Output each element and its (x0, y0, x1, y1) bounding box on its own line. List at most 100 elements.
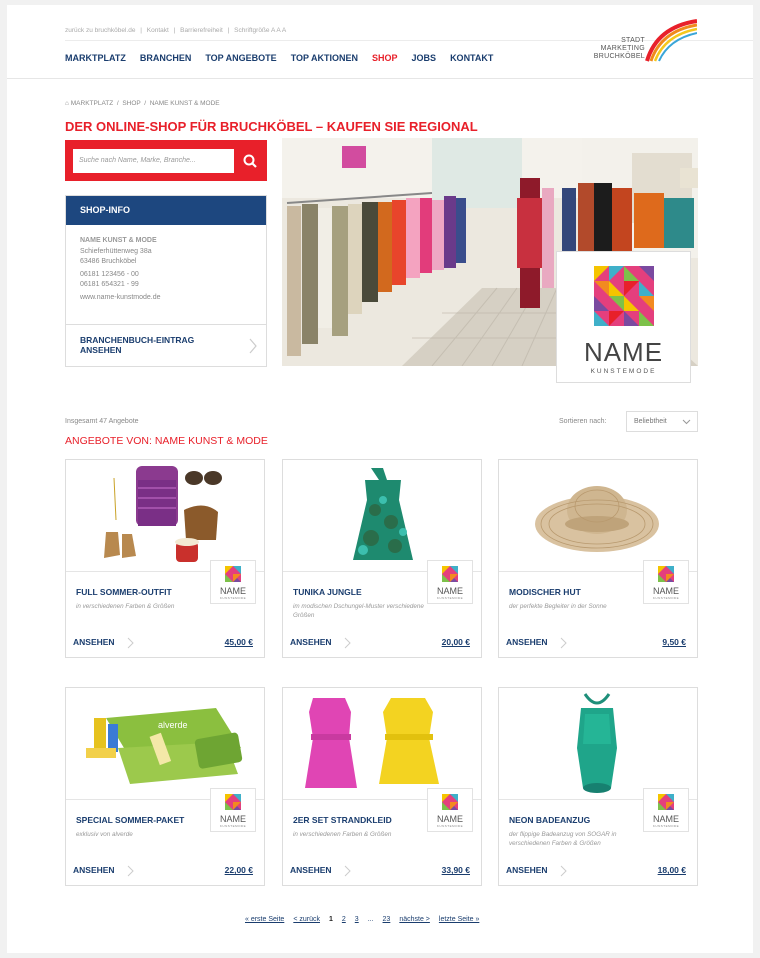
breadcrumb-current: NAME KUNST & MODE (149, 100, 220, 107)
total-offers-count: Insgesamt 47 Angebote (65, 418, 139, 425)
chevron-right-icon (560, 637, 567, 649)
separator: | (140, 27, 142, 34)
chevron-right-icon (560, 865, 567, 877)
next-page-link[interactable]: nächste > (399, 916, 430, 923)
nav-item-shop[interactable]: SHOP (372, 53, 398, 63)
page-title: DER ONLINE-SHOP FÜR BRUCHKÖBEL – KAUFEN … (65, 119, 478, 134)
brand-badge: NAME KUNSTEMODE (643, 560, 689, 604)
page-3[interactable]: 3 (355, 916, 359, 923)
breadcrumb-shop[interactable]: SHOP (122, 100, 140, 107)
chevron-right-icon (344, 637, 351, 649)
product-image[interactable] (283, 688, 481, 800)
search-box: Suche nach Name, Marke, Branche... (65, 140, 267, 181)
breadcrumb-marktplatz[interactable]: MARKTPLATZ (71, 100, 114, 107)
chevron-right-icon (249, 338, 257, 354)
brand-logo-mosaic-icon (428, 566, 472, 587)
search-button[interactable] (236, 149, 264, 173)
product-price[interactable]: 20,00 € (442, 637, 470, 647)
brand-logo-mosaic-icon (211, 566, 255, 587)
view-product-button[interactable]: ANSEHEN (73, 865, 115, 875)
shop-website-link[interactable]: www.name-kunstmode.de (80, 293, 252, 303)
nav-item-branchen[interactable]: BRANCHEN (140, 53, 192, 63)
shop-info-panel: SHOP-INFO NAME KUNST & MODE Schieferhütt… (65, 195, 267, 367)
product-description: exklusiv von alverde (76, 831, 133, 838)
product-card[interactable]: NAME KUNSTEMODE NEON BADEANZUG der flippige… (498, 687, 698, 886)
badge-brand-sub: KUNSTEMODE (436, 596, 464, 600)
product-card[interactable]: alverde NAME KUNSTEMODE SPECIAL SOMMER-PAKE… (65, 687, 265, 886)
product-price[interactable]: 9,50 € (662, 637, 686, 647)
accessibility-link[interactable]: Barrierefreiheit (180, 27, 223, 34)
badge-brand-name: NAME (652, 586, 679, 596)
product-description: der flippige Badeanzug von SOGAR in vers… (509, 831, 617, 847)
shop-street: Schieferhüttenweg 38a (80, 248, 152, 255)
directory-entry-link[interactable]: BRANCHENBUCH-EINTRAG ANSEHEN (66, 324, 266, 368)
sort-select-value: Beliebtheit (634, 418, 667, 425)
nav-item-marktplatz[interactable]: MARKTPLATZ (65, 53, 126, 63)
view-product-button[interactable]: ANSEHEN (73, 637, 115, 647)
product-card[interactable]: NAME KUNSTEMODE 2ER SET STRANDKLEID in vers… (282, 687, 482, 886)
badge-brand-sub: KUNSTEMODE (652, 824, 680, 828)
product-description: im modischen Dschungel-Muster verschiede… (293, 603, 424, 619)
product-title[interactable]: MODISCHER HUT (509, 587, 581, 597)
brand-logo-mosaic-icon (593, 266, 654, 326)
product-image[interactable] (499, 688, 697, 800)
separator: | (173, 27, 176, 34)
back-link[interactable]: zurück zu bruchköbel.de (65, 27, 135, 34)
font-size-control[interactable]: Schriftgröße A A A (234, 27, 286, 34)
first-page-link[interactable]: « erste Seite (245, 916, 284, 923)
view-product-button[interactable]: ANSEHEN (506, 637, 548, 647)
page-1[interactable]: 1 (329, 916, 333, 923)
product-price[interactable]: 45,00 € (225, 637, 253, 647)
offers-heading: ANGEBOTE VON: NAME KUNST & MODE (65, 435, 268, 447)
product-title[interactable]: 2ER SET STRANDKLEID (293, 815, 392, 825)
product-image[interactable]: alverde (66, 688, 264, 800)
badge-brand-sub: KUNSTEMODE (652, 596, 680, 600)
last-page-link[interactable]: letzte Seite » (439, 916, 479, 923)
product-image[interactable] (283, 460, 481, 572)
search-input[interactable]: Suche nach Name, Marke, Branche... (73, 149, 234, 173)
product-title[interactable]: TUNIKA JUNGLE (293, 587, 362, 597)
nav-item-top-aktionen[interactable]: TOP AKTIONEN (291, 53, 358, 63)
page-2[interactable]: 2 (342, 916, 346, 923)
badge-brand-sub: KUNSTEMODE (219, 824, 247, 828)
badge-brand-name: NAME (652, 814, 679, 824)
contact-link[interactable]: Kontakt (147, 27, 169, 34)
page: zurück zu bruchköbel.de | Kontakt | Barr… (7, 5, 753, 953)
product-title[interactable]: FULL SOMMER-OUTFIT (76, 587, 172, 597)
page-23[interactable]: 23 (383, 916, 391, 923)
product-title[interactable]: NEON BADEANZUG (509, 815, 590, 825)
svg-text:alverde: alverde (158, 720, 188, 730)
view-product-button[interactable]: ANSEHEN (290, 637, 332, 647)
home-icon[interactable]: ⌂ (65, 100, 69, 107)
product-price[interactable]: 18,00 € (658, 865, 686, 875)
utility-links: zurück zu bruchköbel.de | Kontakt | Barr… (65, 27, 289, 34)
product-price[interactable]: 33,90 € (442, 865, 470, 875)
chevron-down-icon (682, 419, 691, 425)
view-product-button[interactable]: ANSEHEN (290, 865, 332, 875)
brand-subtitle: KUNSTEMODE (590, 368, 657, 375)
product-image[interactable] (66, 460, 264, 572)
directory-link-label: ANSEHEN (80, 345, 122, 355)
shop-name: NAME KUNST & MODE (80, 237, 157, 244)
chevron-right-icon (127, 865, 134, 877)
product-card[interactable]: NAME KUNSTEMODE FULL SOMMER-OUTFIT in versc… (65, 459, 265, 658)
stadtmarketing-logo[interactable]: STADT MARKETING BRUCHKÖBEL (579, 17, 697, 69)
chevron-right-icon (344, 865, 351, 877)
sort-select[interactable]: Beliebtheit (626, 411, 698, 432)
nav-item-jobs[interactable]: JOBS (412, 53, 437, 63)
breadcrumb-separator: / (144, 100, 147, 107)
brand-badge: NAME KUNSTEMODE (210, 788, 256, 832)
product-price[interactable]: 22,00 € (225, 865, 253, 875)
product-image[interactable] (499, 460, 697, 572)
view-product-button[interactable]: ANSEHEN (506, 865, 548, 875)
product-card[interactable]: NAME KUNSTEMODE MODISCHER HUT der perfekte … (498, 459, 698, 658)
nav-item-kontakt[interactable]: KONTAKT (450, 53, 493, 63)
product-card[interactable]: NAME KUNSTEMODE TUNIKA JUNGLE im modischen … (282, 459, 482, 658)
shop-info-heading: SHOP-INFO (66, 196, 266, 225)
prev-page-link[interactable]: < zurück (293, 916, 320, 923)
nav-item-top-angebote[interactable]: TOP ANGEBOTE (205, 53, 276, 63)
brand-logo-mosaic-icon (644, 794, 688, 815)
badge-brand-name: NAME (436, 814, 463, 824)
pagination-ellipsis: ... (367, 916, 374, 923)
product-title[interactable]: SPECIAL SOMMER-PAKET (76, 815, 184, 825)
